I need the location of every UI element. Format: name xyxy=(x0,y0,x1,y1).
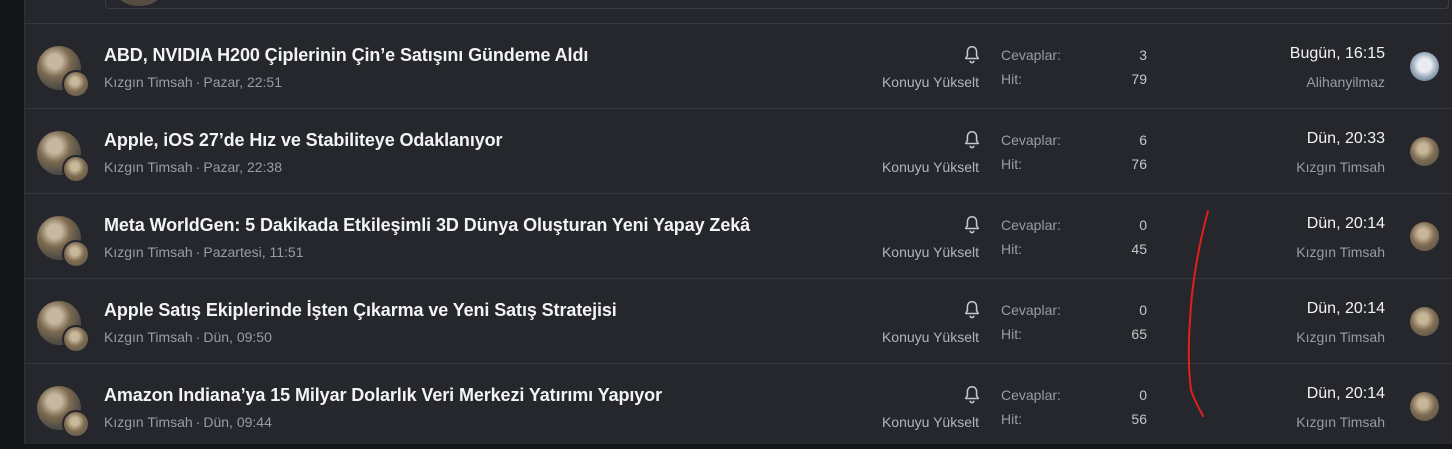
hits-count: 76 xyxy=(1131,156,1147,172)
hits-label: Hit: xyxy=(1001,326,1022,342)
bell-icon[interactable] xyxy=(961,384,983,406)
thread-title[interactable]: ABD, NVIDIA H200 Çiplerinin Çin’e Satışı… xyxy=(104,45,588,66)
last-post-date[interactable]: Dün, 20:14 xyxy=(1307,385,1385,403)
start-date[interactable]: Dün, 09:44 xyxy=(203,414,272,430)
last-post-date[interactable]: Dün, 20:33 xyxy=(1307,130,1385,148)
hits-label: Hit: xyxy=(1001,71,1022,87)
hits-label: Hit: xyxy=(1001,241,1022,257)
thread-row[interactable]: Meta WorldGen: 5 Dakikada Etkileşimli 3D… xyxy=(25,193,1452,279)
thread-meta: Kızgın Timsah · Dün, 09:44 xyxy=(104,414,272,430)
promote-thread-link[interactable]: Konuyu Yükselt xyxy=(882,244,979,260)
last-poster-mini-avatar xyxy=(62,155,90,183)
avatar xyxy=(118,0,160,6)
start-date[interactable]: Pazar, 22:51 xyxy=(203,74,282,90)
replies-count: 0 xyxy=(1139,302,1147,318)
last-post-user[interactable]: Kızgın Timsah xyxy=(1296,329,1385,345)
start-date[interactable]: Pazar, 22:38 xyxy=(203,159,282,175)
last-poster-avatar[interactable] xyxy=(1410,137,1439,166)
replies-count: 0 xyxy=(1139,217,1147,233)
bell-icon[interactable] xyxy=(961,214,983,236)
last-post-user[interactable]: Kızgın Timsah xyxy=(1296,244,1385,260)
thread-meta: Kızgın Timsah · Dün, 09:50 xyxy=(104,329,272,345)
last-poster-mini-avatar xyxy=(62,240,90,268)
separator: · xyxy=(195,74,201,90)
last-post-date[interactable]: Dün, 20:14 xyxy=(1307,215,1385,233)
author-link[interactable]: Kızgın Timsah xyxy=(104,244,193,260)
promote-thread-link[interactable]: Konuyu Yükselt xyxy=(882,74,979,90)
separator: · xyxy=(195,244,201,260)
last-poster-avatar[interactable] xyxy=(1410,392,1439,421)
last-poster-avatar[interactable] xyxy=(1410,52,1439,81)
thread-row[interactable]: Apple, iOS 27’de Hız ve Stabiliteye Odak… xyxy=(25,108,1452,194)
last-post-date[interactable]: Bugün, 16:15 xyxy=(1290,45,1385,63)
last-poster-mini-avatar xyxy=(62,70,90,98)
replies-label: Cevaplar: xyxy=(1001,47,1061,63)
thread-list: ABD, NVIDIA H200 Çiplerinin Çin’e Satışı… xyxy=(24,0,1452,444)
replies-count: 0 xyxy=(1139,387,1147,403)
author-link[interactable]: Kızgın Timsah xyxy=(104,414,193,430)
last-post-user[interactable]: Kızgın Timsah xyxy=(1296,159,1385,175)
thread-row[interactable]: Amazon Indiana’ya 15 Milyar Dolarlık Ver… xyxy=(25,363,1452,449)
promote-thread-link[interactable]: Konuyu Yükselt xyxy=(882,159,979,175)
thread-title[interactable]: Meta WorldGen: 5 Dakikada Etkileşimli 3D… xyxy=(104,215,750,236)
thread-title[interactable]: Apple, iOS 27’de Hız ve Stabiliteye Odak… xyxy=(104,130,503,151)
author-link[interactable]: Kızgın Timsah xyxy=(104,159,193,175)
start-date[interactable]: Pazartesi, 11:51 xyxy=(203,244,303,260)
replies-label: Cevaplar: xyxy=(1001,132,1061,148)
author-link[interactable]: Kızgın Timsah xyxy=(104,329,193,345)
thread-row[interactable]: ABD, NVIDIA H200 Çiplerinin Çin’e Satışı… xyxy=(25,23,1452,109)
thread-row[interactable]: Apple Satış Ekiplerinde İşten Çıkarma ve… xyxy=(25,278,1452,364)
bell-icon[interactable] xyxy=(961,129,983,151)
last-poster-avatar[interactable] xyxy=(1410,222,1439,251)
separator: · xyxy=(195,159,201,175)
hits-label: Hit: xyxy=(1001,411,1022,427)
last-post-date[interactable]: Dün, 20:14 xyxy=(1307,300,1385,318)
bell-icon[interactable] xyxy=(961,44,983,66)
hits-count: 56 xyxy=(1131,411,1147,427)
last-poster-mini-avatar xyxy=(62,410,90,438)
last-post-user[interactable]: Alihanyilmaz xyxy=(1306,74,1385,90)
thread-title[interactable]: Apple Satış Ekiplerinde İşten Çıkarma ve… xyxy=(104,300,617,321)
separator: · xyxy=(195,414,201,430)
thread-meta: Kızgın Timsah · Pazartesi, 11:51 xyxy=(104,244,304,260)
author-link[interactable]: Kızgın Timsah xyxy=(104,74,193,90)
hits-count: 45 xyxy=(1131,241,1147,257)
replies-label: Cevaplar: xyxy=(1001,217,1061,233)
bell-icon[interactable] xyxy=(961,299,983,321)
replies-label: Cevaplar: xyxy=(1001,302,1061,318)
replies-label: Cevaplar: xyxy=(1001,387,1061,403)
top-input-bar[interactable] xyxy=(105,0,1449,9)
promote-thread-link[interactable]: Konuyu Yükselt xyxy=(882,329,979,345)
last-poster-mini-avatar xyxy=(62,325,90,353)
last-post-user[interactable]: Kızgın Timsah xyxy=(1296,414,1385,430)
separator: · xyxy=(195,329,201,345)
replies-count: 6 xyxy=(1139,132,1147,148)
hits-count: 65 xyxy=(1131,326,1147,342)
thread-meta: Kızgın Timsah · Pazar, 22:51 xyxy=(104,74,282,90)
thread-meta: Kızgın Timsah · Pazar, 22:38 xyxy=(104,159,282,175)
hits-count: 79 xyxy=(1131,71,1147,87)
start-date[interactable]: Dün, 09:50 xyxy=(203,329,272,345)
replies-count: 3 xyxy=(1139,47,1147,63)
last-poster-avatar[interactable] xyxy=(1410,307,1439,336)
promote-thread-link[interactable]: Konuyu Yükselt xyxy=(882,414,979,430)
thread-title[interactable]: Amazon Indiana’ya 15 Milyar Dolarlık Ver… xyxy=(104,385,662,406)
hits-label: Hit: xyxy=(1001,156,1022,172)
